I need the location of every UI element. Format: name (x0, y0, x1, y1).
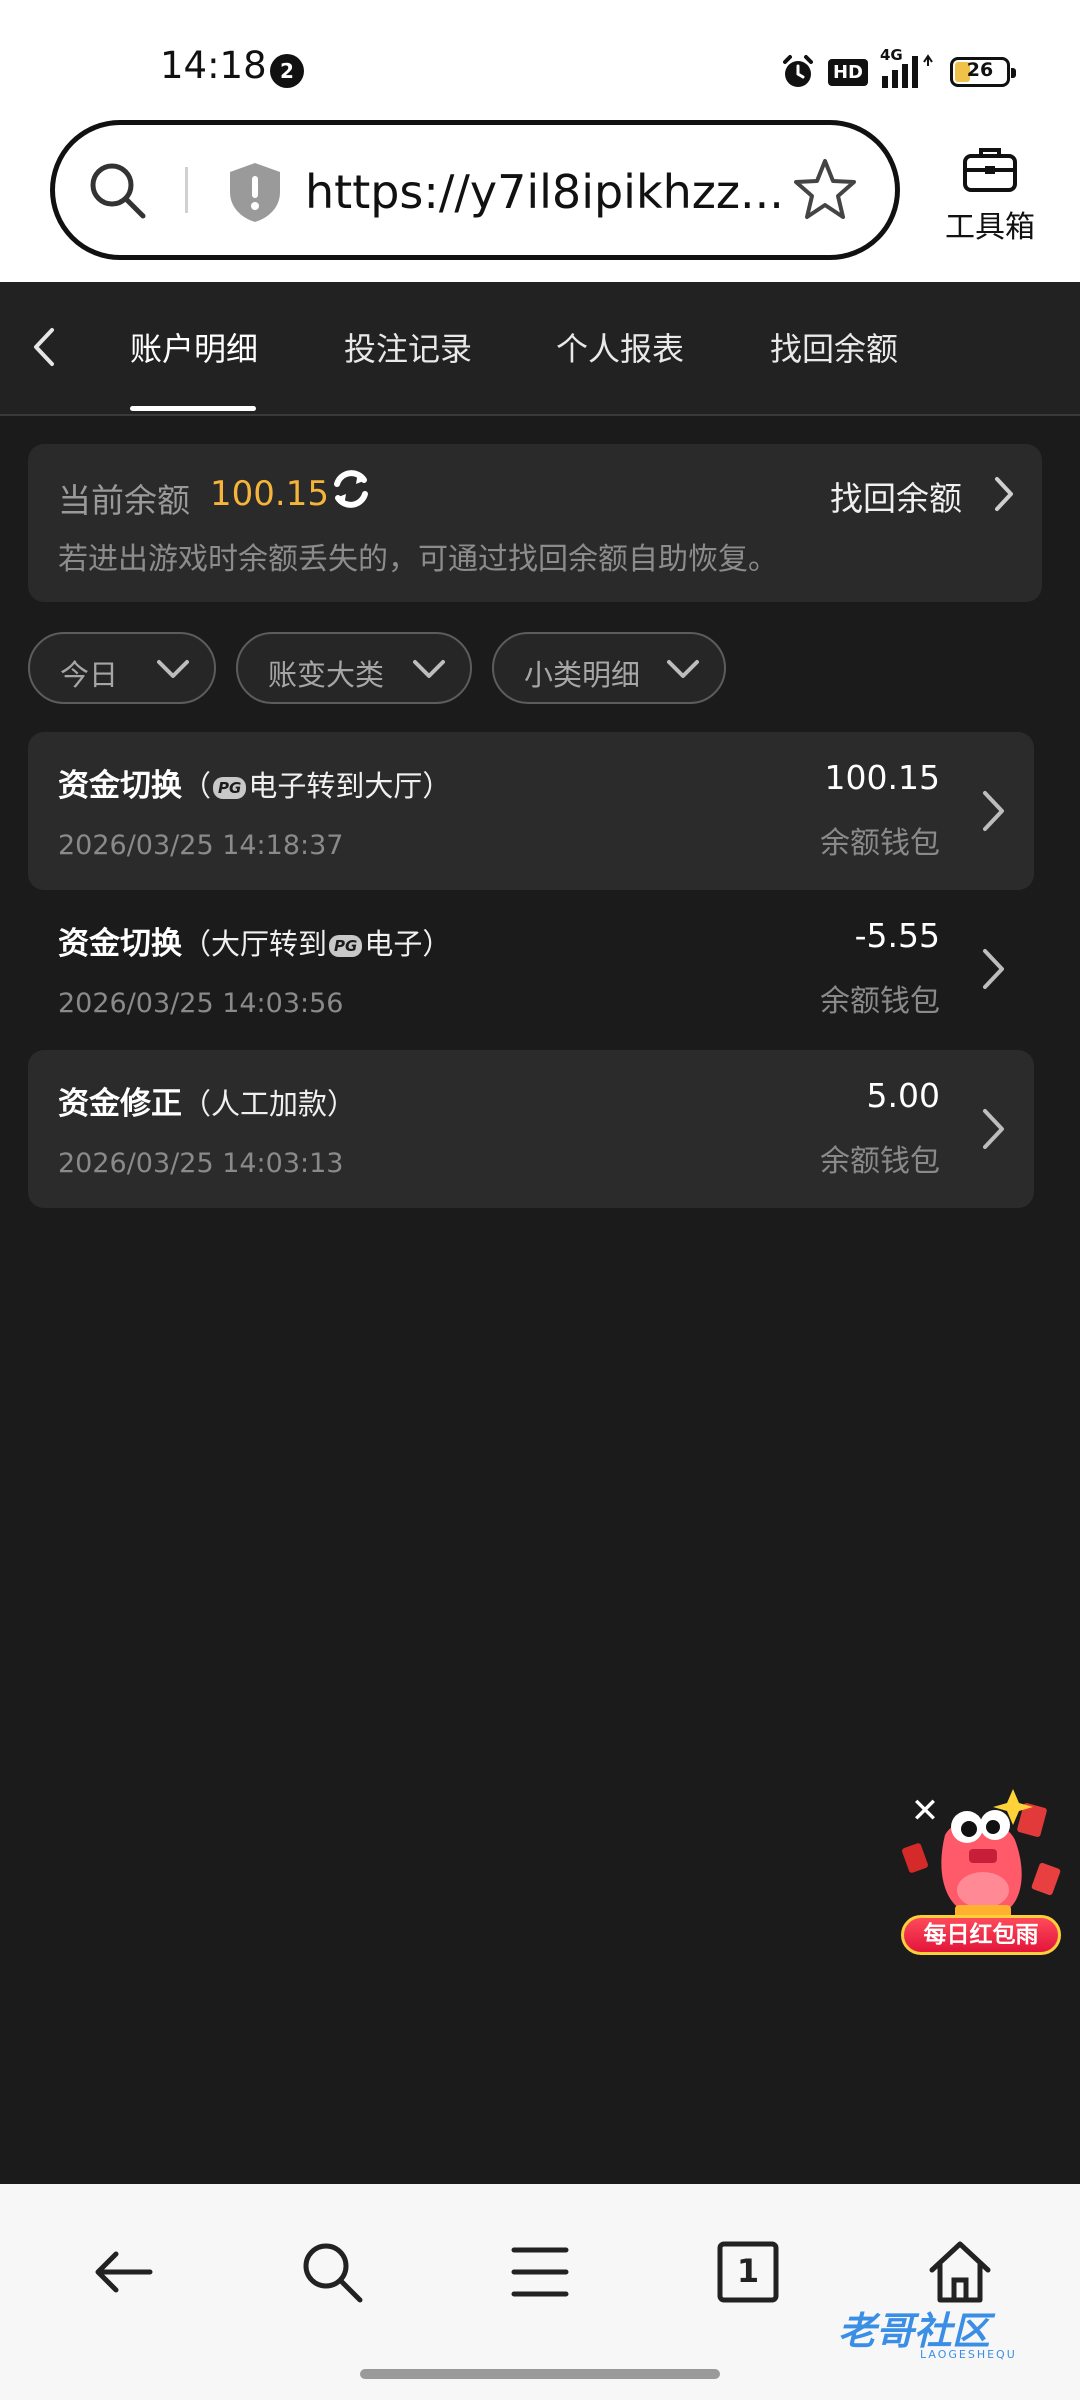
balance-label: 当前余额 (58, 481, 190, 520)
filter-category-label: 账变大类 (268, 658, 385, 692)
balance-card: 当前余额 100.15 找回余额 若进出游戏时余额丢失的，可通过找回余额自助恢复… (28, 444, 1042, 602)
menu-icon[interactable] (504, 2236, 576, 2308)
notification-badge: 2 (270, 54, 304, 88)
filter-date[interactable]: 今日 (28, 632, 216, 704)
browser-toolbar: https://y7il8ipikhzz... 工具箱 (0, 120, 1080, 282)
promo-close-icon[interactable]: ✕ (905, 1791, 945, 1831)
transaction-title: 资金修正（人工加款） (58, 1078, 356, 1123)
transaction-detail-suffix: 电子） (364, 927, 452, 961)
filter-category[interactable]: 账变大类 (236, 632, 472, 704)
transaction-amount: 100.15 (824, 758, 940, 797)
chevron-right-icon (983, 1109, 1004, 1149)
tab-count: 1 (736, 2252, 760, 2290)
transaction-time: 2026/03/25 14:03:13 (58, 1148, 344, 1179)
transaction-amount: 5.00 (866, 1076, 940, 1115)
tab-recover-balance[interactable]: 找回余额 (770, 324, 898, 370)
watermark-subtext: LAOGESHEQU (920, 2348, 1017, 2361)
transaction-row[interactable]: 资金切换（ PG 电子转到大厅） 2026/03/25 14:18:37 100.1… (28, 732, 1034, 890)
search-icon[interactable] (85, 158, 151, 224)
transaction-amount: -5.55 (854, 916, 940, 955)
filter-subcategory-label: 小类明细 (524, 658, 641, 692)
transaction-time: 2026/03/25 14:03:56 (58, 988, 344, 1019)
filter-date-label: 今日 (60, 658, 119, 692)
bookmark-star-icon[interactable] (790, 155, 860, 225)
toolbox-button[interactable]: 工具箱 (930, 142, 1050, 246)
chevron-down-icon (157, 660, 189, 678)
status-bar: 14:18 2 HD 4G 26 (0, 0, 1080, 120)
alarm-icon (782, 55, 813, 87)
transaction-type: 资金切换 (58, 926, 182, 962)
chevron-right-icon (983, 791, 1004, 831)
transaction-time: 2026/03/25 14:18:37 (58, 830, 344, 861)
transaction-detail-prefix: （人工加款） (182, 1087, 357, 1121)
status-icons: HD 4G 26 (780, 46, 1016, 94)
tabs-button[interactable]: 1 (712, 2236, 784, 2308)
chevron-down-icon (413, 660, 445, 678)
transaction-wallet: 余额钱包 (820, 826, 940, 861)
address-bar[interactable]: https://y7il8ipikhzz... (50, 120, 900, 260)
back-arrow-icon[interactable] (88, 2236, 160, 2308)
refresh-icon[interactable] (328, 466, 374, 512)
tab-personal-report[interactable]: 个人报表 (556, 324, 684, 370)
url-text[interactable]: https://y7il8ipikhzz... (305, 165, 805, 219)
search-icon[interactable] (296, 2236, 368, 2308)
back-chevron-icon[interactable] (30, 326, 60, 368)
browser-bottom-nav: 1 (0, 2184, 1080, 2400)
active-tab-indicator (130, 406, 256, 411)
account-tab-bar: 账户明细 投注记录 个人报表 找回余额 (0, 282, 1080, 416)
chevron-right-icon (983, 949, 1004, 989)
transaction-type: 资金切换 (58, 768, 182, 804)
recover-balance-link[interactable]: 找回余额 (830, 472, 962, 520)
transaction-detail-prefix: （ (182, 769, 212, 803)
signal-icon: 4G (880, 46, 938, 92)
transaction-wallet: 余额钱包 (820, 1144, 940, 1179)
transaction-detail-suffix: 电子转到大厅） (248, 769, 452, 803)
transaction-title: 资金切换（ PG 电子转到大厅） (58, 760, 451, 805)
red-envelope-promo[interactable]: ✕ 每日红包雨 (895, 1785, 1070, 1963)
battery-icon: 26 (950, 57, 1016, 87)
transaction-detail-prefix: （大厅转到 (182, 927, 328, 961)
toolbox-icon (963, 148, 1017, 192)
tab-bet-records[interactable]: 投注记录 (344, 324, 472, 370)
watermark-logo: 老哥社区 (838, 2309, 991, 2353)
home-icon[interactable] (924, 2236, 996, 2308)
transaction-wallet: 余额钱包 (820, 984, 940, 1019)
chevron-right-icon[interactable] (992, 474, 1016, 514)
transaction-title: 资金切换（大厅转到 PG 电子） (58, 918, 451, 963)
toolbox-label: 工具箱 (945, 210, 1035, 245)
balance-hint: 若进出游戏时余额丢失的，可通过找回余额自助恢复。 (58, 542, 778, 577)
pg-logo: PG (213, 777, 247, 799)
transaction-type: 资金修正 (58, 1086, 182, 1122)
shield-icon[interactable] (225, 160, 285, 224)
status-time: 14:18 (160, 44, 267, 87)
transaction-row[interactable]: 资金切换（大厅转到 PG 电子） 2026/03/25 14:03:56 -5.55… (28, 890, 1034, 1048)
promo-label: 每日红包雨 (901, 1915, 1061, 1955)
pg-logo: PG (329, 935, 363, 957)
hd-icon: HD (827, 58, 868, 86)
tab-account-details[interactable]: 账户明细 (130, 324, 258, 370)
battery-level: 26 (966, 59, 994, 81)
home-indicator[interactable] (360, 2369, 720, 2379)
filter-subcategory[interactable]: 小类明细 (492, 632, 726, 704)
address-separator (185, 167, 188, 213)
network-type: 4G (880, 46, 903, 64)
transaction-row[interactable]: 资金修正（人工加款） 2026/03/25 14:03:13 5.00 余额钱包 (28, 1050, 1034, 1208)
chevron-down-icon (667, 660, 699, 678)
balance-amount: 100.15 (210, 474, 329, 514)
